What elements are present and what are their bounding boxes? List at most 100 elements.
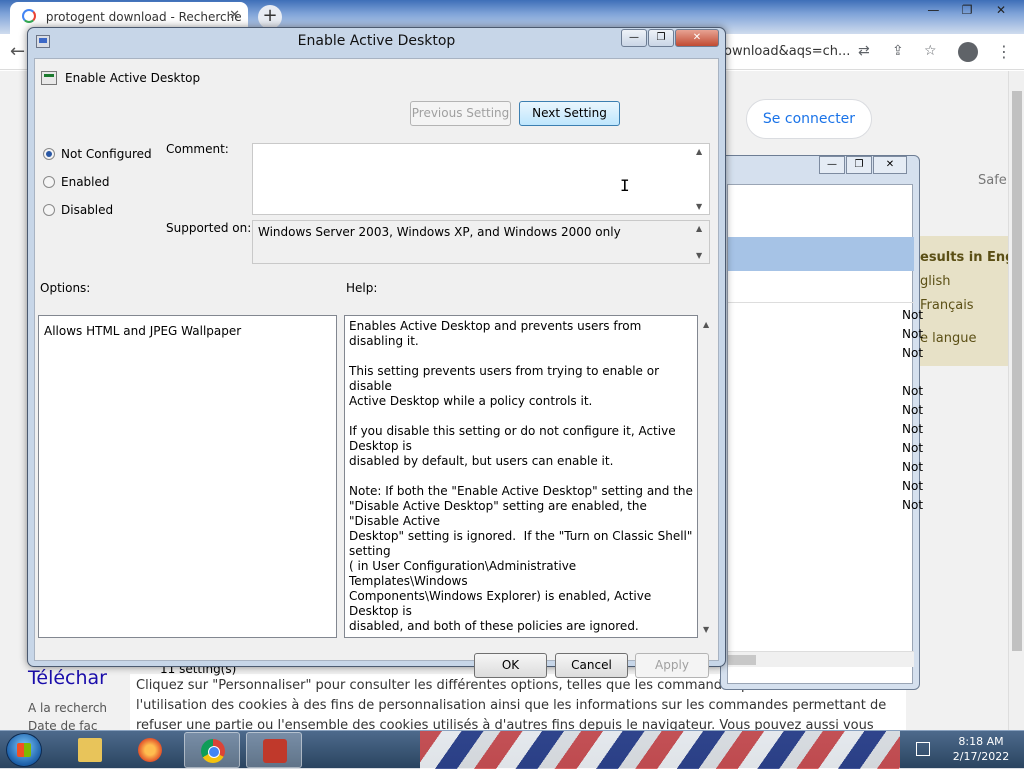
apply-button[interactable]: Apply [635, 653, 709, 678]
gpo-column-header[interactable] [728, 285, 914, 303]
gpo-header-band [728, 237, 914, 271]
radio-indicator [43, 176, 55, 188]
share-icon[interactable]: ⇪ [892, 43, 904, 59]
close-button[interactable]: ✕ [873, 156, 907, 174]
taskbar-wallpaper-strip [420, 731, 900, 769]
taskbar-group-policy[interactable] [246, 732, 302, 768]
taskbar-clock[interactable]: 8:18 AM 2/17/2022 [942, 734, 1020, 764]
radio-disabled[interactable]: Disabled [43, 203, 113, 217]
taskbar-firefox[interactable] [122, 732, 178, 768]
browser-tab-title: protogent download - Recherche [45, 10, 242, 24]
help-scrollbar[interactable]: ▲ ▼ [699, 315, 716, 638]
omnibox-url[interactable]: ownload&aqs=ch... [724, 44, 850, 59]
profile-avatar-icon[interactable] [958, 42, 978, 62]
gpo-horizontal-scrollbar[interactable] [728, 651, 914, 667]
lang-english-link[interactable]: glish [920, 274, 951, 289]
supported-on-field[interactable]: Windows Server 2003, Windows XP, and Win… [252, 220, 710, 264]
gpo-state-cell[interactable]: Not [902, 422, 923, 436]
cookie-text: l'utilisation des cookies à des fins de … [136, 698, 887, 713]
next-setting-button[interactable]: Next Setting [519, 101, 620, 126]
start-button[interactable] [6, 733, 42, 767]
restore-button[interactable]: ❐ [952, 0, 982, 20]
gpo-state-cell[interactable]: Not [902, 403, 923, 417]
translate-icon[interactable]: ⇄ [858, 43, 870, 59]
taskbar-chrome[interactable] [184, 732, 240, 768]
radio-enabled[interactable]: Enabled [43, 175, 110, 189]
radio-not-configured[interactable]: Not Configured [43, 147, 152, 161]
google-icon [22, 9, 36, 23]
scroll-up-icon[interactable]: ▲ [703, 320, 709, 329]
firefox-icon [138, 738, 162, 762]
maximize-button[interactable]: ❐ [648, 29, 674, 47]
minimize-button[interactable]: — [819, 156, 845, 174]
close-button[interactable]: ✕ [986, 0, 1016, 20]
radio-label: Disabled [61, 203, 114, 217]
taskbar-explorer[interactable] [62, 732, 118, 768]
previous-setting-button[interactable]: Previous Setting [410, 101, 511, 126]
tab-close-icon[interactable]: ✕ [229, 8, 240, 23]
sign-in-button[interactable]: Se connecter [746, 99, 872, 139]
comment-scrollbar[interactable]: ▲ ▼ [692, 144, 709, 214]
radio-indicator [43, 204, 55, 216]
setting-name: Enable Active Desktop [65, 71, 201, 85]
supported-scrollbar[interactable]: ▲ ▼ [692, 221, 709, 263]
language-panel: esults in Engli glish Français e langue [916, 236, 1023, 366]
network-icon[interactable] [916, 742, 930, 756]
options-label: Options: [40, 281, 91, 295]
windows-taskbar: 8:18 AM 2/17/2022 [0, 730, 1024, 769]
toolbox-icon [263, 739, 287, 763]
dialog-window-controls: — ❐ ✕ [621, 29, 720, 47]
safesearch-label[interactable]: Safe [978, 173, 1007, 188]
policy-setting-dialog: Enable Active Desktop — ❐ ✕ Enable Active … [27, 27, 726, 678]
group-policy-editor-window: — ❐ ✕ Not Not Not Not Not Not Not Not Not … [720, 155, 923, 690]
policy-setting-icon [41, 71, 57, 85]
gpo-state-cell[interactable]: Not [902, 327, 923, 341]
minimize-button[interactable]: — [621, 29, 647, 47]
scroll-up-icon[interactable]: ▲ [696, 147, 702, 156]
clock-date: 2/17/2022 [952, 750, 1010, 763]
radio-label: Not Configured [61, 147, 152, 161]
ok-button[interactable]: OK [474, 653, 547, 678]
scrollbar-thumb[interactable] [1012, 91, 1022, 651]
restore-button[interactable]: ❐ [846, 156, 872, 174]
help-panel: Enables Active Desktop and prevents user… [344, 315, 698, 638]
comment-textarea[interactable]: ▲ ▼ [252, 143, 710, 215]
options-text: Allows HTML and JPEG Wallpaper [44, 324, 242, 338]
page-scrollbar[interactable] [1008, 71, 1024, 730]
close-button[interactable]: ✕ [675, 29, 719, 47]
scroll-down-icon[interactable]: ▼ [703, 625, 709, 634]
gpo-state-cell[interactable]: Not [902, 498, 923, 512]
dialog-title-bar[interactable]: Enable Active Desktop — ❐ ✕ [28, 28, 725, 56]
folder-icon [78, 738, 102, 762]
lang-french-link[interactable]: Français [920, 298, 974, 313]
minimize-button[interactable]: — [918, 0, 948, 20]
gpo-window-controls: — ❐ ✕ [819, 156, 908, 174]
scroll-up-icon[interactable]: ▲ [696, 224, 702, 233]
cancel-button[interactable]: Cancel [555, 653, 628, 678]
gpo-state-cell[interactable]: Not [902, 460, 923, 474]
menu-kebab-icon[interactable]: ⋮ [996, 42, 1012, 61]
system-tray: 8:18 AM 2/17/2022 [912, 731, 1024, 769]
clock-time: 8:18 AM [958, 735, 1004, 748]
gpo-state-cell[interactable]: Not [902, 384, 923, 398]
browser-window-controls: — ❐ ✕ [918, 0, 1016, 22]
help-text: Enables Active Desktop and prevents user… [349, 319, 693, 633]
scrollbar-thumb[interactable] [728, 655, 756, 665]
lang-change-link[interactable]: e langue [920, 331, 976, 346]
scroll-down-icon[interactable]: ▼ [696, 251, 702, 260]
comment-label: Comment: [166, 142, 229, 156]
result-heading-link[interactable]: Téléchar [28, 667, 107, 689]
back-arrow-icon[interactable]: ← [10, 41, 25, 62]
text-cursor-icon: I [620, 176, 630, 195]
gpo-state-cell[interactable]: Not [902, 346, 923, 360]
bookmark-star-icon[interactable]: ☆ [924, 43, 937, 59]
scroll-down-icon[interactable]: ▼ [696, 202, 702, 211]
radio-label: Enabled [61, 175, 110, 189]
gpo-state-cell[interactable]: Not [902, 308, 923, 322]
gpo-settings-list: Not Not Not Not Not Not Not Not Not Not [727, 184, 923, 684]
gpo-state-cell[interactable]: Not [902, 479, 923, 493]
new-tab-button[interactable]: + [258, 5, 282, 29]
gpo-state-cell[interactable]: Not [902, 441, 923, 455]
help-label: Help: [346, 281, 378, 295]
options-panel: Allows HTML and JPEG Wallpaper [38, 315, 337, 638]
